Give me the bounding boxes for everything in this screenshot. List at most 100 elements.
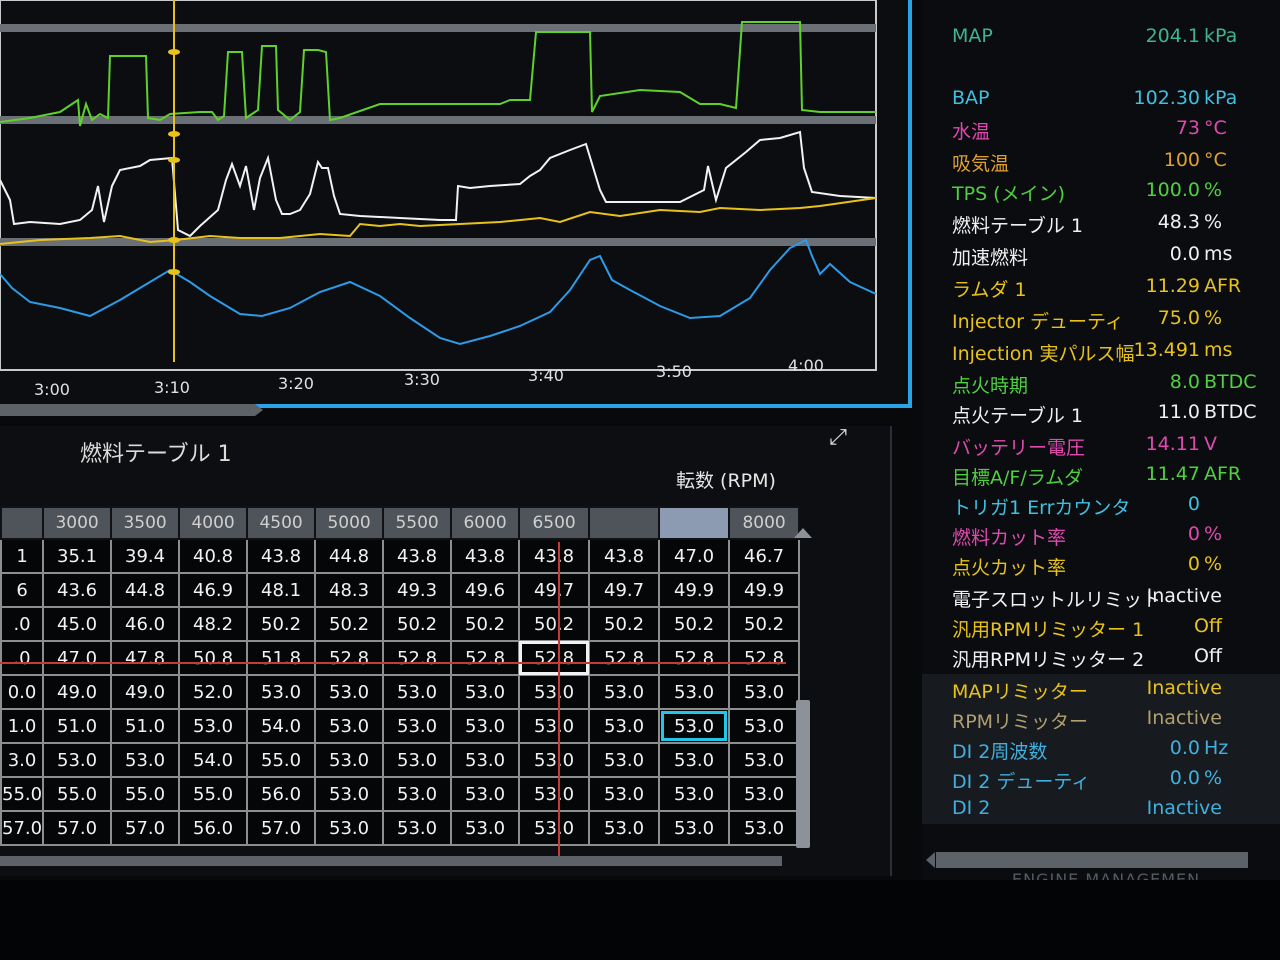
table-cell[interactable]: 50.8 (178, 640, 249, 676)
table-cell[interactable]: 53.0 (658, 674, 731, 710)
table-cell[interactable]: 53.0 (728, 708, 801, 744)
table-cell[interactable]: 40.8 (178, 538, 249, 574)
parameter-row[interactable]: RPMリミッター Inactive (922, 704, 1280, 734)
table-cell[interactable]: 49.9 (658, 572, 731, 608)
table-cell[interactable]: 53.0 (382, 674, 453, 710)
table-cell[interactable]: 54.0 (178, 742, 249, 778)
table-cell[interactable]: 43.8 (588, 538, 661, 574)
table-cell[interactable]: 46.7 (728, 538, 801, 574)
table-cell[interactable]: 52.0 (178, 674, 249, 710)
table-cell[interactable]: 49.6 (450, 572, 521, 608)
parameter-row[interactable]: 燃料カット率 0% (922, 520, 1280, 550)
parameter-row[interactable]: 汎用RPMリミッター 2 Off (922, 642, 1280, 672)
table-cell[interactable]: 50.2 (450, 606, 521, 642)
table-cell[interactable]: 55.0 (42, 776, 113, 812)
table-cell[interactable]: 53.0 (658, 810, 731, 846)
parameter-row[interactable]: DI 2 デューティ 0.0% (922, 764, 1280, 794)
table-cell[interactable]: 53.0 (314, 810, 385, 846)
table-cell[interactable]: 53.0 (518, 708, 591, 744)
table-vertical-scrollbar[interactable] (796, 700, 810, 848)
parameter-row[interactable]: DI 2周波数 0.0 Hz (922, 734, 1280, 764)
parameter-row[interactable]: BAP 102.30 kPa (922, 84, 1280, 114)
scroll-right-arrow-icon[interactable] (255, 404, 263, 416)
table-cell[interactable]: 53.0 (588, 674, 661, 710)
table-cell[interactable]: 49.9 (728, 572, 801, 608)
table-cell[interactable]: 48.1 (246, 572, 317, 608)
table-cell[interactable]: 43.8 (518, 538, 591, 574)
table-cell[interactable]: 53.0 (382, 776, 453, 812)
table-cell[interactable]: 53.0 (314, 674, 385, 710)
table-cell[interactable]: 39.4 (110, 538, 181, 574)
table-cell[interactable]: 43.6 (42, 572, 113, 608)
table-cell[interactable]: 57.0 (246, 810, 317, 846)
table-cell[interactable]: 55.0 (110, 776, 181, 812)
table-cell[interactable]: 52.8 (382, 640, 453, 676)
table-cell[interactable]: 50.2 (382, 606, 453, 642)
parameter-row[interactable]: バッテリー電圧 14.11 V (922, 430, 1280, 460)
table-cell[interactable]: 47.0 (658, 538, 731, 574)
parameter-row[interactable]: トリガ1 Errカウンタ 0 (922, 490, 1280, 520)
parameter-row[interactable]: 目標A/F/ラムダ 11.47 AFR (922, 460, 1280, 490)
table-cell[interactable]: 43.8 (450, 538, 521, 574)
table-cell[interactable]: 56.0 (178, 810, 249, 846)
table-cell[interactable]: 53.0 (728, 742, 801, 778)
parameter-horizontal-scrollbar[interactable] (936, 852, 1248, 868)
table-cell[interactable]: 45.0 (42, 606, 113, 642)
table-cell[interactable]: 53.0 (314, 742, 385, 778)
table-cell[interactable]: 43.8 (382, 538, 453, 574)
table-cell[interactable]: 46.9 (178, 572, 249, 608)
table-cell[interactable]: 53.0 (588, 810, 661, 846)
table-cell[interactable]: 48.2 (178, 606, 249, 642)
parameter-row[interactable]: ラムダ 1 11.29 AFR (922, 272, 1280, 302)
table-cell[interactable]: 44.8 (110, 572, 181, 608)
table-cell[interactable]: 51.0 (110, 708, 181, 744)
table-cell[interactable]: 53.0 (382, 742, 453, 778)
table-horizontal-scrollbar[interactable] (0, 856, 782, 866)
table-cell[interactable]: 52.8 (518, 640, 591, 676)
scroll-up-arrow-icon[interactable] (794, 528, 812, 538)
fuel-map-table[interactable]: 3000 3500 4000 4500 5000 5500 6000 6500 8000 1 35… (0, 506, 801, 846)
table-cell[interactable]: 53.0 (658, 776, 731, 812)
table-cell[interactable]: 50.2 (246, 606, 317, 642)
chart-horizontal-scrollbar[interactable] (0, 404, 255, 416)
parameter-row[interactable]: 点火テーブル 1 11.0 BTDC (922, 398, 1280, 428)
table-cell[interactable]: 52.8 (588, 640, 661, 676)
table-cell[interactable]: 50.2 (588, 606, 661, 642)
table-cell[interactable]: 53.0 (382, 708, 453, 744)
table-cell[interactable]: 53.0 (728, 674, 801, 710)
table-cell[interactable]: 55.0 (178, 776, 249, 812)
table-cell[interactable]: 51.0 (42, 708, 113, 744)
table-cell[interactable]: 53.0 (314, 776, 385, 812)
table-cell[interactable]: 49.0 (110, 674, 181, 710)
table-cell[interactable]: 55.0 (246, 742, 317, 778)
expand-arrows-icon[interactable]: ⤢ (826, 426, 850, 450)
parameter-row[interactable]: 加速燃料 0.0 ms (922, 240, 1280, 270)
table-cell[interactable]: 50.2 (518, 606, 591, 642)
table-cell[interactable]: 53.0 (314, 708, 385, 744)
table-cell[interactable]: 53.0 (450, 742, 521, 778)
table-cell[interactable]: 53.0 (450, 708, 521, 744)
table-cell[interactable]: 51.8 (246, 640, 317, 676)
table-cell[interactable]: 52.8 (728, 640, 801, 676)
table-cell[interactable]: 50.2 (658, 606, 731, 642)
table-cell[interactable]: 52.8 (658, 640, 731, 676)
table-cell[interactable]: 53.0 (518, 742, 591, 778)
parameter-row[interactable]: 電子スロットルリミット Inactive (922, 582, 1280, 612)
table-cell[interactable]: 53.0 (178, 708, 249, 744)
table-cell[interactable]: 1 (0, 538, 45, 574)
table-cell[interactable]: 46.0 (110, 606, 181, 642)
log-chart-panel[interactable]: 3:00 3:10 3:20 3:30 3:40 3:50 4:00 (0, 0, 912, 408)
parameter-row[interactable]: 吸気温 100 °C (922, 146, 1280, 176)
table-cell[interactable]: .0 (0, 640, 45, 676)
table-cell[interactable]: 53.0 (658, 708, 731, 744)
table-cell[interactable]: 43.8 (246, 538, 317, 574)
table-cell[interactable]: 6 (0, 572, 45, 608)
table-cell[interactable]: 52.8 (314, 640, 385, 676)
table-cell[interactable]: 52.8 (450, 640, 521, 676)
parameter-row[interactable]: Injector デューティ 75.0% (922, 304, 1280, 334)
scroll-left-arrow-icon[interactable] (926, 852, 935, 868)
parameter-row[interactable]: 点火時期 8.0 BTDC (922, 368, 1280, 398)
table-cell[interactable]: 53.0 (588, 742, 661, 778)
table-cell[interactable]: 50.2 (314, 606, 385, 642)
parameter-row[interactable]: 汎用RPMリミッター 1 Off (922, 612, 1280, 642)
